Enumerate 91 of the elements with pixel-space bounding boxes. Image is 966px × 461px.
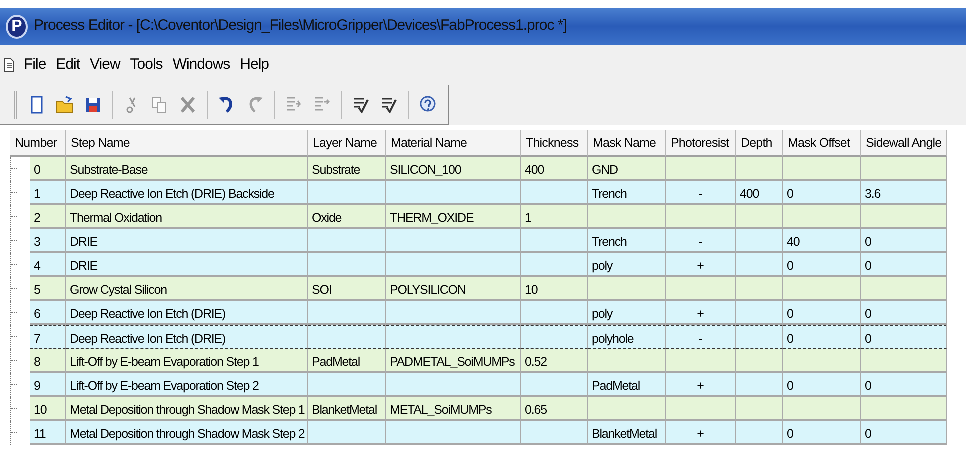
table-cell: DRIE [66, 253, 308, 277]
table-cell: POLYSILICON [386, 277, 521, 301]
menu-item[interactable]: Edit [55, 54, 82, 76]
delete-icon [178, 94, 198, 114]
table-cell: 9 [30, 373, 66, 397]
table-cell: Trench [588, 229, 666, 253]
table-cell: SILICON_100 [386, 157, 521, 181]
table-cell: Thermal Oxidation [66, 205, 308, 229]
help-icon [418, 94, 438, 114]
table-cell: + [666, 421, 736, 445]
table-cell: 0 [30, 157, 66, 181]
column-header[interactable]: Thickness [521, 130, 588, 157]
table-cell: DRIE [66, 229, 308, 253]
column-header[interactable]: Layer Name [308, 130, 386, 157]
table-cell: 0 [861, 421, 947, 445]
table-cell: THERM_OXIDE [386, 205, 521, 229]
table-cell: SOI [308, 277, 386, 301]
table-cell: BlanketMetal [308, 397, 386, 421]
column-header[interactable]: Mask Name [588, 130, 666, 157]
table-cell: 0.65 [521, 397, 588, 421]
column-header[interactable]: Number [10, 130, 66, 157]
table-cell: 0 [861, 373, 947, 397]
table-cell: 1 [521, 205, 588, 229]
table-cell: 0 [861, 229, 947, 253]
table-cell: 0.52 [521, 349, 588, 373]
table-cell: 0 [783, 373, 861, 397]
table-cell: + [666, 253, 736, 277]
table-cell: Lift-Off by E-beam Evaporation Step 2 [66, 373, 308, 397]
table-cell: polyhole [588, 325, 666, 349]
table-cell: 11 [30, 421, 66, 445]
table-cell: 2 [30, 205, 66, 229]
table-cell: PadMetal [588, 373, 666, 397]
table-cell: Deep Reactive Ion Etch (DRIE) [66, 325, 308, 349]
table-cell: 6 [30, 301, 66, 325]
table-cell: 3.6 [861, 181, 947, 205]
table-cell: 0 [783, 325, 861, 349]
column-header[interactable]: Mask Offset [783, 130, 861, 157]
table-cell: poly [588, 301, 666, 325]
table-cell: - [666, 229, 736, 253]
table-cell: GND [588, 157, 666, 181]
table-cell: 7 [30, 325, 66, 349]
column-header[interactable]: Step Name [66, 130, 308, 157]
column-header[interactable]: Photoresist [666, 130, 736, 157]
table-cell: 10 [521, 277, 588, 301]
table-cell: Lift-Off by E-beam Evaporation Step 1 [66, 349, 308, 373]
menu-item[interactable]: File [23, 54, 48, 76]
table-cell: 0 [861, 301, 947, 325]
table-cell: Deep Reactive Ion Etch (DRIE) [66, 301, 308, 325]
folder-icon [55, 94, 75, 114]
table-cell: 400 [521, 157, 588, 181]
menu-item[interactable]: Tools [129, 54, 164, 76]
table-cell: 0 [783, 421, 861, 445]
table-cell: PADMETAL_SoiMUMPs [386, 349, 521, 373]
menu-item[interactable]: View [89, 54, 122, 76]
table-cell: Oxide [308, 205, 386, 229]
table-cell: + [666, 373, 736, 397]
table-cell: BlanketMetal [588, 421, 666, 445]
table-cell: 0 [861, 325, 947, 349]
table-cell: 0 [783, 181, 861, 205]
table-cell: Metal Deposition through Shadow Mask Step 2 [66, 421, 308, 445]
table-cell: + [666, 301, 736, 325]
menu-item[interactable]: Windows [172, 54, 232, 76]
table-cell: 8 [30, 349, 66, 373]
table-cell: METAL_SoiMUMPs [386, 397, 521, 421]
table-cell: poly [588, 253, 666, 277]
column-header[interactable]: Material Name [386, 130, 521, 157]
table-cell: PadMetal [308, 349, 386, 373]
table-cell: 10 [30, 397, 66, 421]
table-cell: Metal Deposition through Shadow Mask Step 1 [66, 397, 308, 421]
table-cell: 0 [783, 253, 861, 277]
table-cell: 3 [30, 229, 66, 253]
column-header[interactable]: Depth [736, 130, 783, 157]
table-cell: Substrate-Base [66, 157, 308, 181]
document-icon [4, 58, 15, 72]
column-header[interactable]: Sidewall Angle [861, 130, 947, 157]
table-cell: 4 [30, 253, 66, 277]
table-cell: 0 [861, 253, 947, 277]
table-cell: 40 [783, 229, 861, 253]
table-cell: - [666, 181, 736, 205]
table-cell: 5 [30, 277, 66, 301]
table-cell: Grow Cystal Silicon [66, 277, 308, 301]
window-title: Process Editor - [C:\Coventor\Design_Files\MicroGripper\Devices\FabProcess1.proc *] [34, 16, 567, 36]
table-cell: Deep Reactive Ion Etch (DRIE) Backside [66, 181, 308, 205]
table-cell: Substrate [308, 157, 386, 181]
table-cell: - [666, 325, 736, 349]
menu-item[interactable]: Help [239, 54, 270, 76]
table-cell: 400 [736, 181, 783, 205]
table-cell: 1 [30, 181, 66, 205]
table-cell: 0 [783, 301, 861, 325]
app-icon: P [6, 14, 28, 38]
table-cell: Trench [588, 181, 666, 205]
